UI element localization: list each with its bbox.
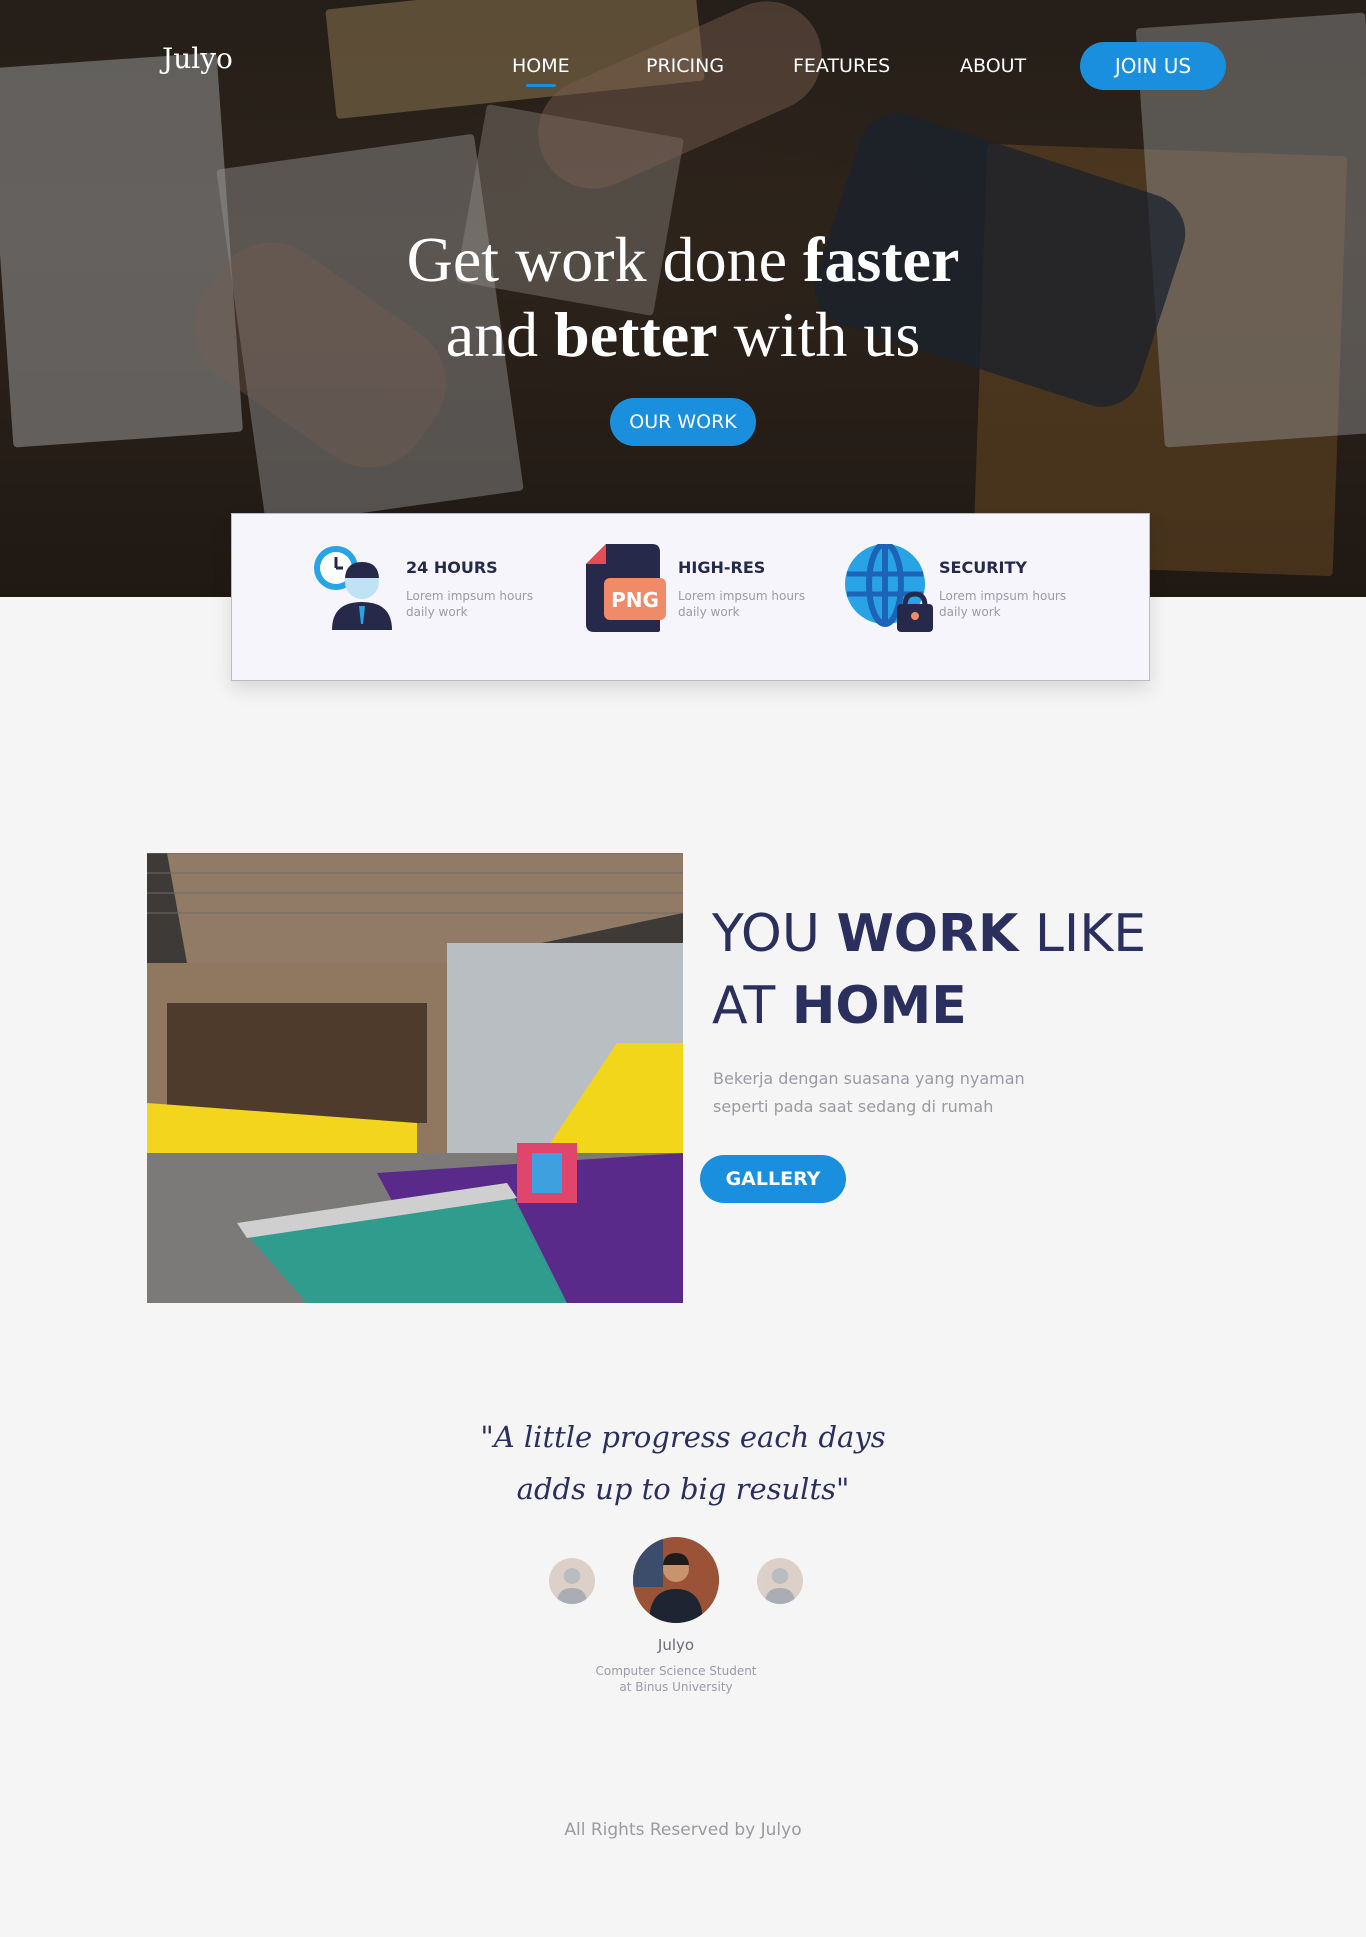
avatar-previous[interactable] <box>549 1558 595 1604</box>
footer-copyright: All Rights Reserved by Julyo <box>564 1820 802 1840</box>
person-role-line: Computer Science Student <box>595 1664 757 1678</box>
png-file-icon: PNG <box>586 544 666 632</box>
feature-title: SECURITY <box>939 558 1027 577</box>
feature-description: Lorem impsum hours daily work <box>678 589 806 619</box>
clock-support-icon <box>314 546 392 630</box>
hero-headline-text: Get work done <box>406 224 803 295</box>
nav-home[interactable]: HOME <box>512 55 570 87</box>
nav-pricing[interactable]: PRICING <box>646 55 724 77</box>
feature-description: Lorem impsum hours daily work <box>939 589 1067 619</box>
hero-headline-text: and <box>445 299 555 370</box>
features-card: 24 HOURS Lorem impsum hours daily work P… <box>231 513 1150 681</box>
about-description: Bekerja dengan suasana yang nyaman seper… <box>713 1069 1025 1116</box>
hero-headline-emphasis: better <box>554 299 718 370</box>
about-headline: YOU WORK LIKE AT HOME <box>712 898 1232 1042</box>
join-us-button[interactable]: JOIN US <box>1080 42 1226 90</box>
office-photo <box>147 853 683 1303</box>
avatar-next[interactable] <box>757 1558 803 1604</box>
our-work-button[interactable]: OUR WORK <box>610 398 756 446</box>
feature-description: Lorem impsum hours daily work <box>406 589 534 619</box>
testimonial-quote: "A little progress each days adds up to … <box>383 1411 983 1515</box>
hero-section: Julyo HOME PRICING FEATURES ABOUT JOIN U… <box>0 0 1366 597</box>
globe-lock-icon <box>845 544 933 632</box>
quote-line: "A little progress each days <box>480 1420 886 1454</box>
person-role: Computer Science Student at Binus Univer… <box>563 1663 789 1695</box>
about-headline-emphasis: WORK <box>836 904 1019 964</box>
avatar[interactable] <box>633 1537 719 1623</box>
about-headline-emphasis: HOME <box>791 976 967 1036</box>
about-headline-text: AT <box>712 976 792 1036</box>
about-headline-text: LIKE <box>1018 904 1147 964</box>
person-role-line: at Binus University <box>619 1680 733 1694</box>
nav-features[interactable]: FEATURES <box>793 55 890 77</box>
hero-headline-text: with us <box>717 299 921 370</box>
hero-headline-emphasis: faster <box>803 224 960 295</box>
person-name: Julyo <box>657 1636 695 1654</box>
quote-line: adds up to big results" <box>516 1472 850 1506</box>
feature-title: HIGH-RES <box>678 558 766 577</box>
hero-headline: Get work done faster and better with us <box>300 222 1066 372</box>
nav-about[interactable]: ABOUT <box>960 55 1026 77</box>
png-icon-label: PNG <box>611 588 659 612</box>
site-logo[interactable]: Julyo <box>162 42 233 75</box>
feature-title: 24 HOURS <box>406 558 498 577</box>
gallery-button[interactable]: GALLERY <box>700 1155 846 1203</box>
about-headline-text: YOU <box>712 904 837 964</box>
